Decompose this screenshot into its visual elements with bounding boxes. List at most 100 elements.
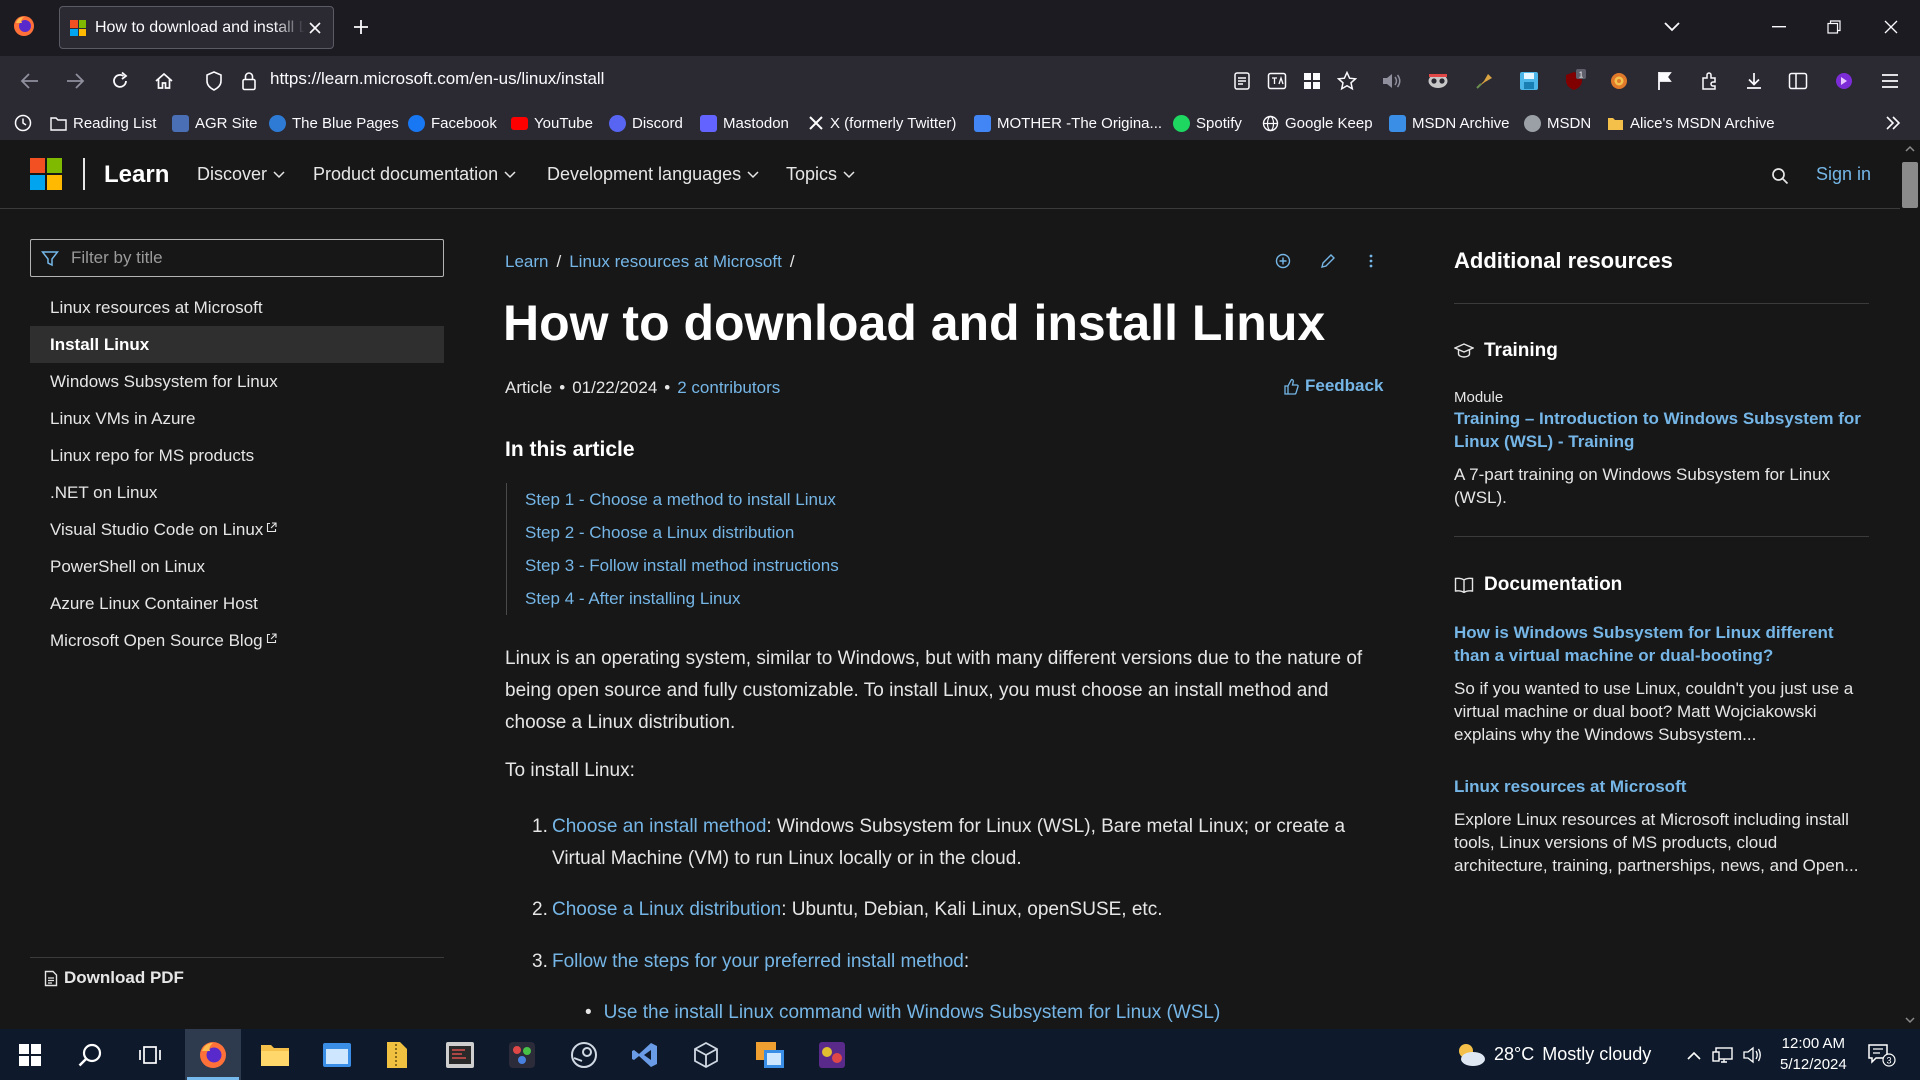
taskbar-search-button[interactable] <box>62 1029 118 1080</box>
toc-item[interactable]: .NET on Linux <box>30 474 444 511</box>
menu-product-documentation[interactable]: Product documentation <box>313 164 516 185</box>
step-link[interactable]: Choose an install method <box>552 816 766 837</box>
start-button[interactable] <box>2 1029 58 1080</box>
step-link[interactable]: Choose a Linux distribution <box>552 899 781 920</box>
contributors-link[interactable]: 2 contributors <box>677 378 780 398</box>
toc-item[interactable]: Visual Studio Code on Linux <box>30 511 444 548</box>
article-toc-link[interactable]: Step 4 - After installing Linux <box>525 582 839 615</box>
menu-topics[interactable]: Topics <box>786 164 855 185</box>
feedback-button[interactable]: Feedback <box>1283 376 1383 396</box>
notification-center-icon[interactable]: 3 <box>1867 1044 1897 1067</box>
address-bar[interactable]: https://learn.microsoft.com/en-us/linux/… <box>270 69 604 89</box>
bookmark-msdn-archive[interactable]: MSDN Archive <box>1389 113 1510 133</box>
toc-item[interactable]: Install Linux <box>30 326 444 363</box>
step-link[interactable]: Follow the steps for your preferred inst… <box>552 951 964 972</box>
mask-extension-icon[interactable] <box>1426 69 1450 93</box>
scroll-down-arrow-icon[interactable] <box>1900 1013 1920 1027</box>
bookmark-youtube[interactable]: YouTube <box>511 113 593 133</box>
weather-widget[interactable]: 28°C Mostly cloudy <box>1454 1041 1651 1067</box>
article-toc-link[interactable]: Step 3 - Follow install method instructi… <box>525 549 839 582</box>
ublock-icon[interactable]: 1 <box>1562 69 1586 93</box>
show-hidden-icons-chevron-icon[interactable] <box>1683 1044 1705 1066</box>
downloads-icon[interactable] <box>1742 69 1766 93</box>
bookmark-agr-site[interactable]: AGR Site <box>172 113 258 133</box>
toc-item[interactable]: Azure Linux Container Host <box>30 585 444 622</box>
bookmark-spotify[interactable]: Spotify <box>1173 113 1242 133</box>
home-icon[interactable] <box>151 68 177 94</box>
training-module-link[interactable]: Training – Introduction to Windows Subsy… <box>1454 407 1869 453</box>
translate-icon[interactable] <box>1265 69 1289 93</box>
toc-item[interactable]: PowerShell on Linux <box>30 548 444 585</box>
learn-brand-link[interactable]: Learn <box>104 161 169 189</box>
taskbar-firefox[interactable] <box>185 1029 241 1080</box>
filter-by-title-field[interactable] <box>30 239 444 277</box>
toc-item[interactable]: Linux repo for MS products <box>30 437 444 474</box>
taskbar-paint-app[interactable] <box>494 1029 550 1080</box>
grid-extension-icon[interactable] <box>1300 69 1324 93</box>
restore-icon[interactable] <box>1820 14 1848 40</box>
bookmark-star-icon[interactable] <box>1335 69 1359 93</box>
page-scrollbar[interactable] <box>1900 140 1920 1029</box>
menu-discover[interactable]: Discover <box>197 164 285 185</box>
flag-extension-icon[interactable] <box>1652 69 1676 93</box>
taskbar-game-app[interactable] <box>804 1029 860 1080</box>
taskbar-visual-studio[interactable] <box>617 1029 673 1080</box>
taskbar-terminal-app[interactable] <box>432 1029 488 1080</box>
toc-item[interactable]: Linux VMs in Azure <box>30 400 444 437</box>
taskbar-file-explorer[interactable] <box>247 1029 303 1080</box>
extensions-puzzle-icon[interactable] <box>1698 69 1722 93</box>
close-tab-icon[interactable] <box>305 18 325 38</box>
bookmark-mother[interactable]: MOTHER -The Origina... <box>974 113 1162 133</box>
wsl-install-link[interactable]: Use the install Linux command with Windo… <box>604 1002 1221 1024</box>
tracking-protection-shield-icon[interactable] <box>201 68 227 94</box>
minimize-icon[interactable] <box>1765 14 1793 40</box>
bookmark-msdn[interactable]: MSDN <box>1524 113 1591 133</box>
network-icon[interactable] <box>1712 1044 1734 1066</box>
system-clock[interactable]: 12:00 AM 5/12/2024 <box>1780 1033 1847 1075</box>
bookmark-blue-pages[interactable]: The Blue Pages <box>269 113 399 133</box>
filter-input[interactable] <box>71 246 431 270</box>
forward-icon[interactable] <box>62 68 88 94</box>
bookmark-alices-msdn-archive[interactable]: Alice's MSDN Archive <box>1607 113 1775 133</box>
new-tab-icon[interactable] <box>350 16 372 38</box>
reader-view-icon[interactable] <box>1230 69 1254 93</box>
taskbar-virtualbox[interactable] <box>678 1029 734 1080</box>
bookmark-mastodon[interactable]: Mastodon <box>700 113 789 133</box>
speaker-extension-icon[interactable] <box>1380 69 1404 93</box>
close-window-icon[interactable] <box>1877 14 1905 40</box>
article-toc-link[interactable]: Step 2 - Choose a Linux distribution <box>525 516 839 549</box>
edit-pencil-icon[interactable] <box>1319 252 1337 270</box>
bookmark-x-twitter[interactable]: X (formerly Twitter) <box>808 113 956 133</box>
breadcrumb-linux-resources[interactable]: Linux resources at Microsoft <box>569 252 782 272</box>
sign-in-link[interactable]: Sign in <box>1816 164 1871 185</box>
save-extension-icon[interactable] <box>1517 69 1541 93</box>
taskbar-archive-folder[interactable] <box>369 1029 425 1080</box>
active-tab[interactable]: How to download and install Linux <box>59 6 334 49</box>
taskbar-remote-app[interactable] <box>742 1029 798 1080</box>
firefox-icon[interactable] <box>12 14 36 38</box>
article-toc-link[interactable]: Step 1 - Choose a method to install Linu… <box>525 483 839 516</box>
back-icon[interactable] <box>17 68 43 94</box>
taskbar-app-window[interactable] <box>309 1029 365 1080</box>
scroll-up-arrow-icon[interactable] <box>1900 142 1920 156</box>
doc-link[interactable]: How is Windows Subsystem for Linux diffe… <box>1454 621 1869 667</box>
taskbar-steam[interactable] <box>556 1029 612 1080</box>
bookmark-discord[interactable]: Discord <box>609 113 683 133</box>
microsoft-logo[interactable] <box>30 158 62 190</box>
bookmark-reading-list[interactable]: Reading List <box>50 113 156 133</box>
task-view-button[interactable] <box>122 1029 178 1080</box>
history-clock-icon[interactable] <box>14 114 32 132</box>
more-bookmarks-chevron-icon[interactable] <box>1884 114 1902 132</box>
toc-item[interactable]: Windows Subsystem for Linux <box>30 363 444 400</box>
toc-item[interactable]: Microsoft Open Source Blog <box>30 622 444 659</box>
search-icon[interactable] <box>1770 166 1790 186</box>
menu-development-languages[interactable]: Development languages <box>547 164 759 185</box>
privacy-extension-icon[interactable] <box>1832 69 1856 93</box>
volume-icon[interactable] <box>1742 1044 1764 1066</box>
bookmark-google-keep[interactable]: Google Keep <box>1262 113 1373 133</box>
pin-extension-icon[interactable] <box>1472 69 1496 93</box>
doc-link[interactable]: Linux resources at Microsoft <box>1454 775 1869 798</box>
hamburger-menu-icon[interactable] <box>1878 69 1902 93</box>
sidebar-toggle-icon[interactable] <box>1786 69 1810 93</box>
bookmark-facebook[interactable]: Facebook <box>408 113 497 133</box>
